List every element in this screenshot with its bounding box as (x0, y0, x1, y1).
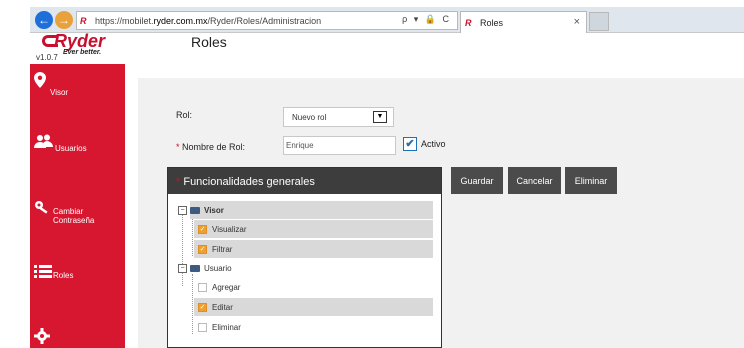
nombre-label: * Nombre de Rol: (176, 142, 245, 152)
arrow-left-icon: ← (38, 13, 50, 27)
tree-guide-line (192, 216, 193, 256)
funcionalidades-panel: * Funcionalidades generales Visor − ✓ Vi… (167, 167, 442, 348)
tab-favicon-icon: R (465, 17, 472, 28)
guardar-button[interactable]: Guardar (451, 167, 503, 194)
cancelar-button[interactable]: Cancelar (508, 167, 561, 194)
tab-roles[interactable]: R Roles × (460, 11, 587, 33)
tree-item-label: Editar (212, 302, 233, 312)
checkbox-unchecked-icon[interactable] (198, 282, 207, 292)
collapse-toggle-icon[interactable]: − (178, 206, 187, 215)
sidebar-item-usuarios[interactable]: Usuarios (30, 134, 125, 164)
address-tools[interactable]: ρ ▾ 🔒 C (402, 14, 451, 25)
funcionalidades-header: * Funcionalidades generales (168, 168, 441, 194)
folder-icon (190, 264, 200, 272)
sidebar-item-label: Visor (50, 88, 69, 97)
sidebar-item-label: Roles (53, 271, 74, 280)
map-pin-icon (34, 72, 46, 88)
users-icon (34, 134, 53, 148)
list-icon (34, 265, 52, 278)
tree-folder-visor[interactable]: Visor (190, 201, 433, 219)
new-tab-button[interactable] (589, 12, 609, 31)
chevron-down-icon: ▼ (373, 111, 387, 123)
app-version: v1.0.7 (36, 53, 58, 62)
tree-item-visualizar[interactable]: ✓ Visualizar (194, 220, 433, 238)
checkbox-checked-icon[interactable]: ✓ (198, 224, 207, 234)
tree-folder-label: Visor (204, 205, 224, 215)
page-title: Roles (191, 34, 227, 50)
tree-item-label: Filtrar (212, 244, 233, 254)
tab-close-icon[interactable]: × (574, 16, 580, 28)
tree-folder-usuario[interactable]: Usuario (190, 259, 433, 277)
tree-item-filtrar[interactable]: ✓ Filtrar (194, 240, 433, 258)
forward-button[interactable]: → (55, 11, 73, 29)
sidebar-item-configuracion[interactable] (30, 328, 125, 348)
tree-guide-line (192, 274, 193, 334)
tree-item-editar[interactable]: ✓ Editar (194, 298, 433, 316)
checkbox-checked-icon[interactable]: ✓ (198, 244, 207, 254)
url-host: ryder.com.mx (153, 15, 208, 26)
url-path: /Ryder/Roles/Administracion (207, 15, 322, 26)
site-favicon-icon: R (80, 15, 87, 26)
checkmark-icon: ✔ (405, 138, 415, 150)
logo-tagline: Ever better. (63, 49, 102, 56)
url-prefix: https://mobilet. (95, 15, 154, 26)
sidebar-item-visor[interactable]: Visor (30, 72, 125, 112)
rol-label: Rol: (176, 110, 193, 120)
tree-item-eliminar[interactable]: Eliminar (194, 318, 433, 336)
activo-label: Activo (421, 139, 446, 149)
arrow-right-icon: → (58, 13, 70, 27)
tree-guide-line (182, 210, 183, 286)
nombre-label-text: Nombre de Rol: (182, 142, 246, 152)
funcionalidades-title: Funcionalidades generales (183, 176, 315, 188)
sidebar-item-cambiar-contrasena[interactable]: Cambiar Contraseña (30, 200, 125, 234)
sidebar: Visor Usuarios Cambiar Contraseña Roles (30, 64, 125, 348)
tree-folder-label: Usuario (204, 263, 232, 273)
tree-item-agregar[interactable]: Agregar (194, 278, 433, 296)
checkbox-unchecked-icon[interactable] (198, 322, 207, 332)
rol-select-value: Nuevo rol (292, 113, 327, 122)
ryder-logo: Ryder Ever better. (42, 31, 122, 56)
gear-icon (34, 328, 50, 344)
tree-item-label: Agregar (212, 282, 241, 292)
sidebar-item-label: Cambiar Contraseña (53, 207, 95, 225)
eliminar-button[interactable]: Eliminar (565, 167, 617, 194)
rol-select[interactable]: Nuevo rol ▼ (283, 107, 394, 127)
browser-toolbar: ← → R https://mobilet. ryder.com.mx/Ryder… (30, 7, 744, 33)
back-button[interactable]: ← (35, 11, 53, 29)
sidebar-item-roles[interactable]: Roles (30, 265, 125, 285)
nombre-rol-input[interactable] (283, 136, 396, 155)
tab-title: Roles (480, 17, 504, 28)
collapse-toggle-icon[interactable]: − (178, 264, 187, 273)
address-bar[interactable]: R https://mobilet. ryder.com.mx/Ryder/Rol… (76, 11, 458, 30)
tree-item-label: Visualizar (212, 224, 247, 234)
sidebar-item-label: Usuarios (55, 144, 87, 153)
key-icon (35, 201, 48, 214)
folder-icon (190, 206, 200, 214)
tree-item-label: Eliminar (212, 322, 241, 332)
checkbox-checked-icon[interactable]: ✓ (198, 302, 207, 312)
activo-checkbox[interactable]: ✔ (403, 137, 417, 151)
app-root: ← → R https://mobilet. ryder.com.mx/Ryder… (0, 0, 744, 348)
